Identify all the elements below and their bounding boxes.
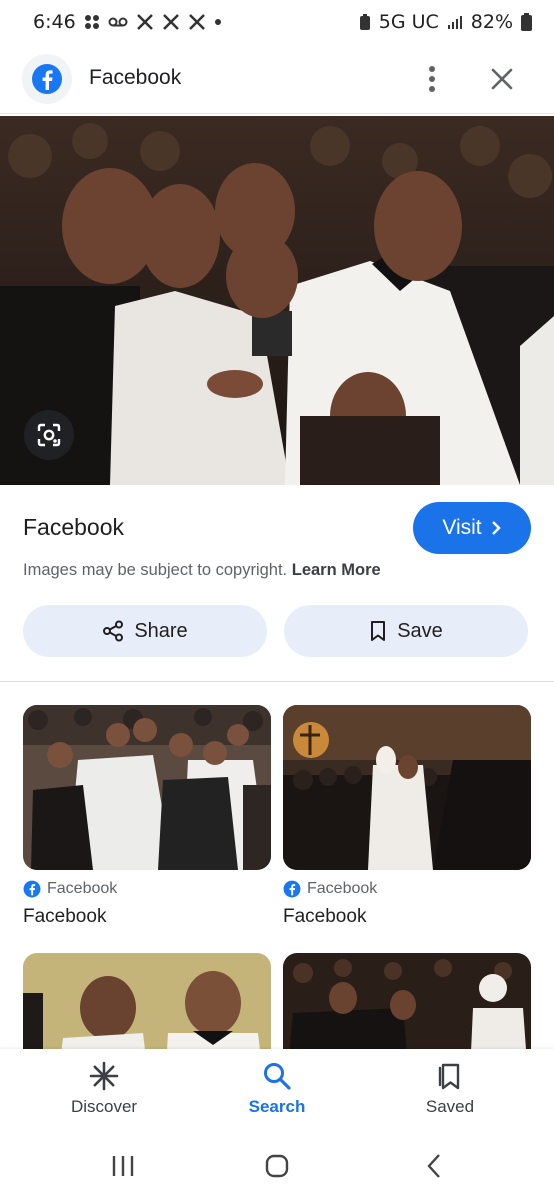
saved-icon — [438, 1063, 460, 1090]
hero-photo — [0, 116, 554, 485]
voicemail-icon — [108, 12, 128, 32]
result-photo — [283, 705, 531, 870]
save-label: Save — [397, 619, 443, 642]
share-icon — [103, 620, 124, 642]
close-icon[interactable] — [486, 63, 518, 95]
facebook-icon — [283, 880, 301, 898]
status-left: 6:46 — [33, 11, 222, 33]
result-source: Facebook — [23, 880, 117, 898]
facebook-icon — [23, 880, 41, 898]
nav-saved[interactable]: Saved — [380, 1061, 520, 1117]
home-icon[interactable] — [264, 1153, 290, 1179]
status-time: 6:46 — [33, 11, 76, 33]
result-thumbnail[interactable] — [283, 705, 531, 870]
result-title[interactable]: Facebook — [23, 906, 106, 928]
share-button[interactable]: Share — [23, 605, 267, 657]
source-title: Facebook — [23, 514, 125, 540]
bookmark-icon — [371, 621, 386, 641]
learn-more-link[interactable]: Learn More — [292, 561, 381, 579]
result-title[interactable]: Facebook — [283, 906, 366, 928]
app-header: Facebook — [0, 44, 554, 114]
x-icon — [136, 12, 154, 32]
result-source-label: Facebook — [47, 880, 118, 897]
nav-label: Discover — [70, 1097, 138, 1116]
copyright-notice: Images may be subject to copyright. Lear… — [23, 561, 381, 580]
grid-icon — [84, 12, 100, 32]
nav-discover[interactable]: Discover — [34, 1061, 174, 1117]
x-icon — [162, 12, 180, 32]
recent-apps-icon[interactable] — [110, 1153, 136, 1179]
visit-button[interactable]: Visit — [413, 502, 531, 554]
status-bar: 6:46 5G UC 82% — [0, 0, 554, 44]
battery-icon — [521, 12, 532, 32]
system-nav-bar — [0, 1133, 554, 1200]
result-source-label: Facebook — [307, 880, 378, 897]
nav-search[interactable]: Search — [207, 1061, 347, 1117]
copyright-text: Images may be subject to copyright. — [23, 561, 288, 579]
more-vert-icon[interactable] — [418, 62, 446, 96]
result-photo — [23, 705, 271, 870]
dot-icon — [214, 12, 222, 32]
back-icon[interactable] — [424, 1153, 444, 1179]
visit-label: Visit — [442, 516, 482, 539]
search-icon — [264, 1063, 291, 1090]
save-button[interactable]: Save — [284, 605, 528, 657]
asterisk-icon — [89, 1061, 119, 1091]
chevron-right-icon — [491, 521, 501, 535]
nav-label: Saved — [425, 1097, 475, 1116]
bottom-nav: Discover Search Saved — [0, 1049, 554, 1133]
share-label: Share — [134, 619, 188, 642]
facebook-icon — [22, 54, 72, 104]
signal-icon — [447, 12, 463, 32]
result-thumbnail[interactable] — [23, 705, 271, 870]
nav-label: Search — [248, 1097, 306, 1116]
hero-image[interactable] — [0, 116, 554, 485]
x-icon — [188, 12, 206, 32]
network-label: 5G UC — [378, 11, 439, 33]
status-right: 5G UC 82% — [359, 11, 532, 33]
google-lens-icon[interactable] — [24, 410, 74, 460]
battery-level: 82% — [470, 11, 513, 33]
result-source: Facebook — [283, 880, 377, 898]
data-saver-icon — [359, 12, 371, 32]
divider — [0, 681, 554, 682]
page-title: Facebook — [89, 66, 182, 89]
